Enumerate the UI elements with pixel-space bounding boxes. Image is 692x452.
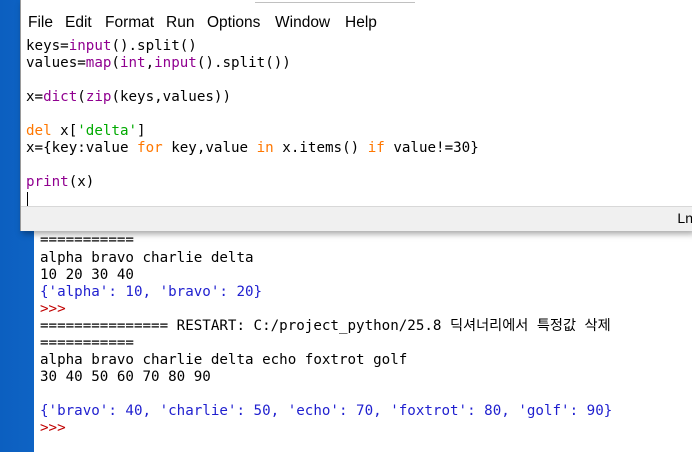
code-token-builtin: int <box>119 55 146 71</box>
shell-output-line: 10 20 30 40 <box>40 267 134 283</box>
code-token-builtin: print <box>26 174 69 190</box>
menu-run[interactable]: Run <box>166 14 194 32</box>
shell-prompt: >>> <box>40 301 66 317</box>
code-token: key,value <box>162 140 257 156</box>
shell-output-line: alpha bravo charlie delta <box>40 250 254 266</box>
code-token: (x) <box>68 174 95 190</box>
shell-output-line: =========== <box>40 335 134 351</box>
title-bar-remnant <box>255 0 415 3</box>
code-token: ( <box>111 55 120 71</box>
code-token-builtin: dict <box>43 89 78 105</box>
code-token: (keys,values)) <box>111 89 232 105</box>
shell-restart-line: =============== RESTART: C:/project_pyth… <box>40 318 611 334</box>
code-token: ] <box>137 123 146 139</box>
menu-window[interactable]: Window <box>275 14 330 32</box>
line-number-status: Ln <box>677 210 692 226</box>
code-token: x= <box>26 89 44 105</box>
shell-result-line: {'bravo': 40, 'charlie': 50, 'echo': 70,… <box>40 403 613 419</box>
idle-editor-window[interactable]: File Edit Format Run Options Window Help… <box>20 0 692 231</box>
menu-format[interactable]: Format <box>105 14 154 32</box>
code-token: value!=30} <box>384 140 479 156</box>
code-token: x={key:value <box>26 140 138 156</box>
code-editor[interactable]: keys=input().split() values=map(int,inpu… <box>21 38 692 208</box>
menu-file[interactable]: File <box>28 14 53 32</box>
code-line: del x['delta'] <box>26 123 146 140</box>
code-line: x=dict(zip(keys,values)) <box>26 89 231 106</box>
code-token: ().split()) <box>196 55 291 71</box>
menu-options[interactable]: Options <box>207 14 260 32</box>
shell-result-line: {'alpha': 10, 'bravo': 20} <box>40 284 263 300</box>
shell-prompt[interactable]: >>> <box>40 420 66 437</box>
shell-output-line: =========== <box>40 232 134 248</box>
code-token-keyword: in <box>256 140 274 156</box>
menu-help[interactable]: Help <box>345 14 377 32</box>
code-token-string: 'delta' <box>77 123 138 139</box>
code-token: ( <box>77 89 86 105</box>
code-token-keyword: if <box>367 140 385 156</box>
code-token-keyword: del <box>26 123 52 139</box>
code-token-builtin: input <box>154 55 197 71</box>
shell-output-line: alpha bravo charlie delta echo foxtrot g… <box>40 352 408 368</box>
code-token: x.items() <box>273 140 368 156</box>
title-bar[interactable] <box>21 0 692 6</box>
menu-bar: File Edit Format Run Options Window Help <box>21 8 692 38</box>
code-line: keys=input().split() <box>26 38 197 55</box>
shell-output-line: 30 40 50 60 70 80 90 <box>40 369 211 385</box>
python-shell-window[interactable]: =========== alpha bravo charlie delta 10… <box>34 214 692 452</box>
code-token: x[ <box>51 123 78 139</box>
code-token-builtin: map <box>85 55 112 71</box>
code-line: print(x) <box>26 174 94 191</box>
code-token: values= <box>26 55 86 71</box>
code-line: x={key:value for key,value in x.items() … <box>26 140 479 157</box>
code-token-builtin: input <box>68 38 112 54</box>
code-token: , <box>145 55 155 71</box>
status-bar: Ln <box>21 206 692 231</box>
code-token: ().split() <box>111 38 197 54</box>
code-line: values=map(int,input().split()) <box>26 55 291 72</box>
code-token-keyword: for <box>137 140 163 156</box>
code-token: keys= <box>26 38 69 54</box>
menu-edit[interactable]: Edit <box>65 14 92 32</box>
code-token-builtin: zip <box>85 89 112 105</box>
